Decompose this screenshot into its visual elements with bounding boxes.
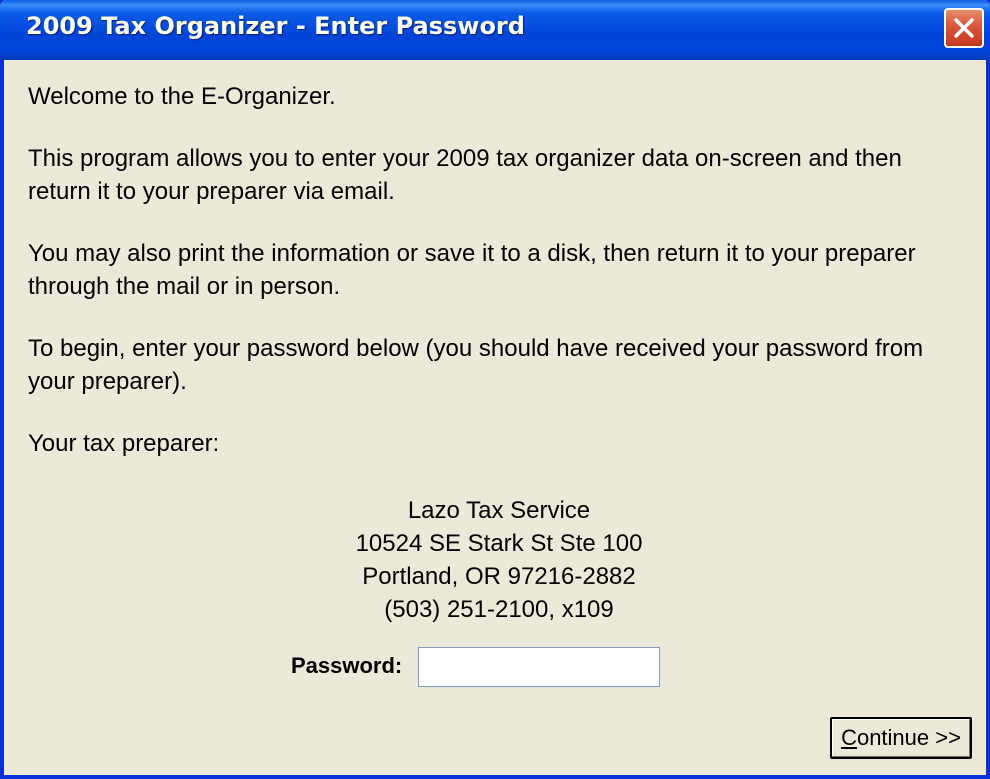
password-label: Password: bbox=[291, 653, 403, 678]
preparer-address-line1: 10524 SE Stark St Ste 100 bbox=[355, 530, 643, 557]
password-instructions: To begin, enter your password below (you… bbox=[28, 335, 924, 395]
program-description: This program allows you to enter your 20… bbox=[28, 145, 902, 205]
continue-label: ontinue >> bbox=[856, 725, 961, 750]
continue-accelerator: C bbox=[841, 725, 857, 750]
preparer-phone: (503) 251-2100, x109 bbox=[384, 596, 614, 623]
welcome-text: Welcome to the E-Organizer. bbox=[28, 83, 336, 110]
title-bar[interactable]: 2009 Tax Organizer - Enter Password bbox=[0, 0, 990, 60]
preparer-heading: Your tax preparer: bbox=[28, 430, 220, 457]
window-title: 2009 Tax Organizer - Enter Password bbox=[26, 12, 525, 40]
preparer-info: Lazo Tax Service 10524 SE Stark St Ste 1… bbox=[4, 494, 990, 626]
close-button[interactable] bbox=[944, 8, 984, 48]
preparer-name: Lazo Tax Service bbox=[407, 497, 591, 524]
password-input[interactable] bbox=[418, 647, 660, 687]
continue-button[interactable]: Continue >> bbox=[830, 717, 972, 759]
print-instructions: You may also print the information or sa… bbox=[28, 240, 916, 300]
close-icon bbox=[954, 18, 974, 38]
dialog-window: 2009 Tax Organizer - Enter Password Welc… bbox=[0, 0, 990, 779]
preparer-address-line2: Portland, OR 97216-2882 bbox=[362, 563, 636, 590]
dialog-body: Welcome to the E-Organizer. This program… bbox=[28, 80, 968, 489]
